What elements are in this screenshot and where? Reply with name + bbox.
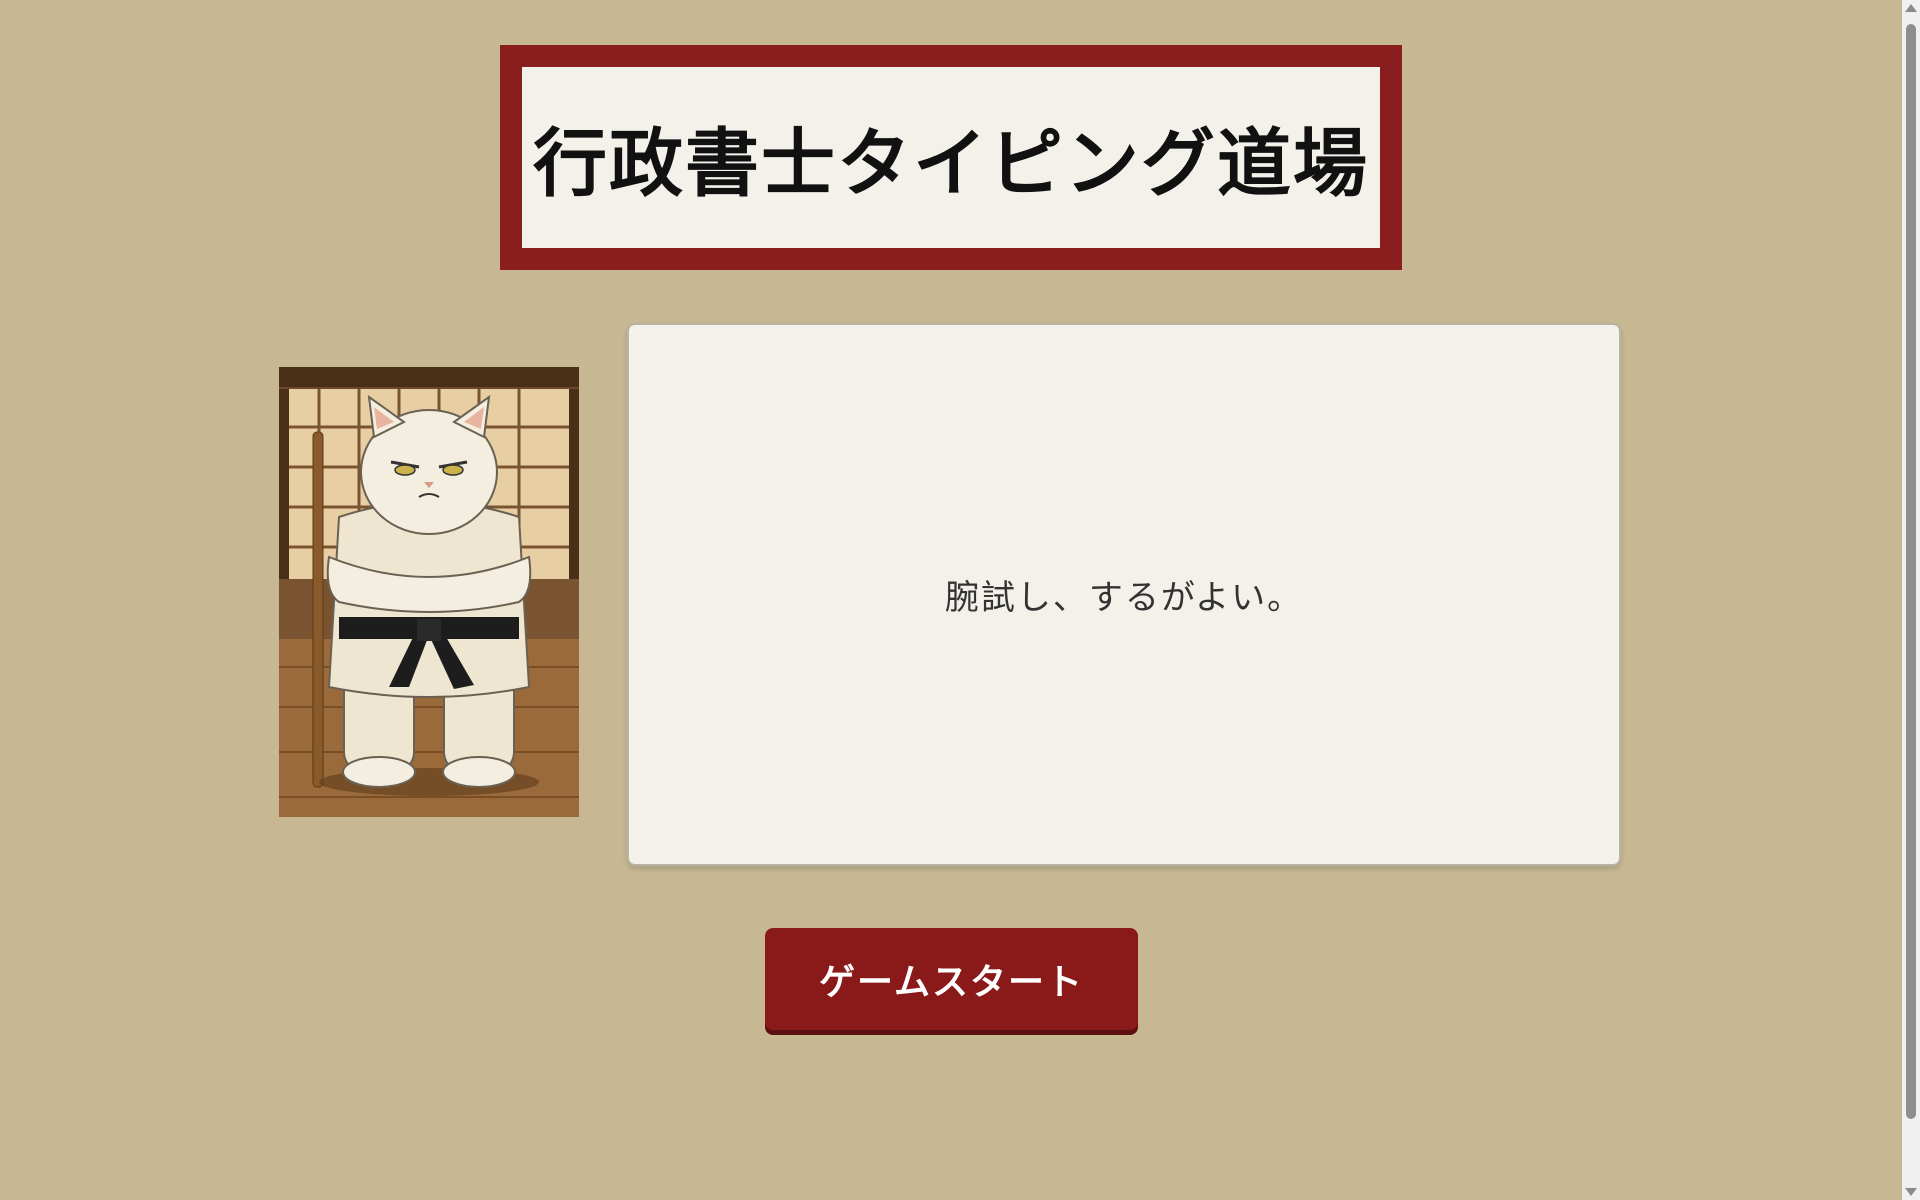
message-panel: 腕試し、するがよい。	[627, 323, 1621, 866]
cat-sensei-icon	[279, 367, 579, 817]
page-title: 行政書士タイピング道場	[533, 121, 1369, 207]
scroll-thumb[interactable]	[1906, 24, 1916, 1119]
cat-sensei-image	[279, 367, 579, 817]
title-inner: 行政書士タイピング道場	[522, 67, 1380, 248]
scroll-up-arrow-icon[interactable]	[1905, 4, 1917, 12]
title-plaque: 行政書士タイピング道場	[500, 45, 1402, 270]
sensei-message: 腕試し、するがよい。	[944, 578, 1304, 618]
game-start-button[interactable]: ゲームスタート	[765, 928, 1138, 1030]
scroll-down-arrow-icon[interactable]	[1905, 1188, 1917, 1196]
vertical-scrollbar[interactable]	[1902, 0, 1920, 1200]
